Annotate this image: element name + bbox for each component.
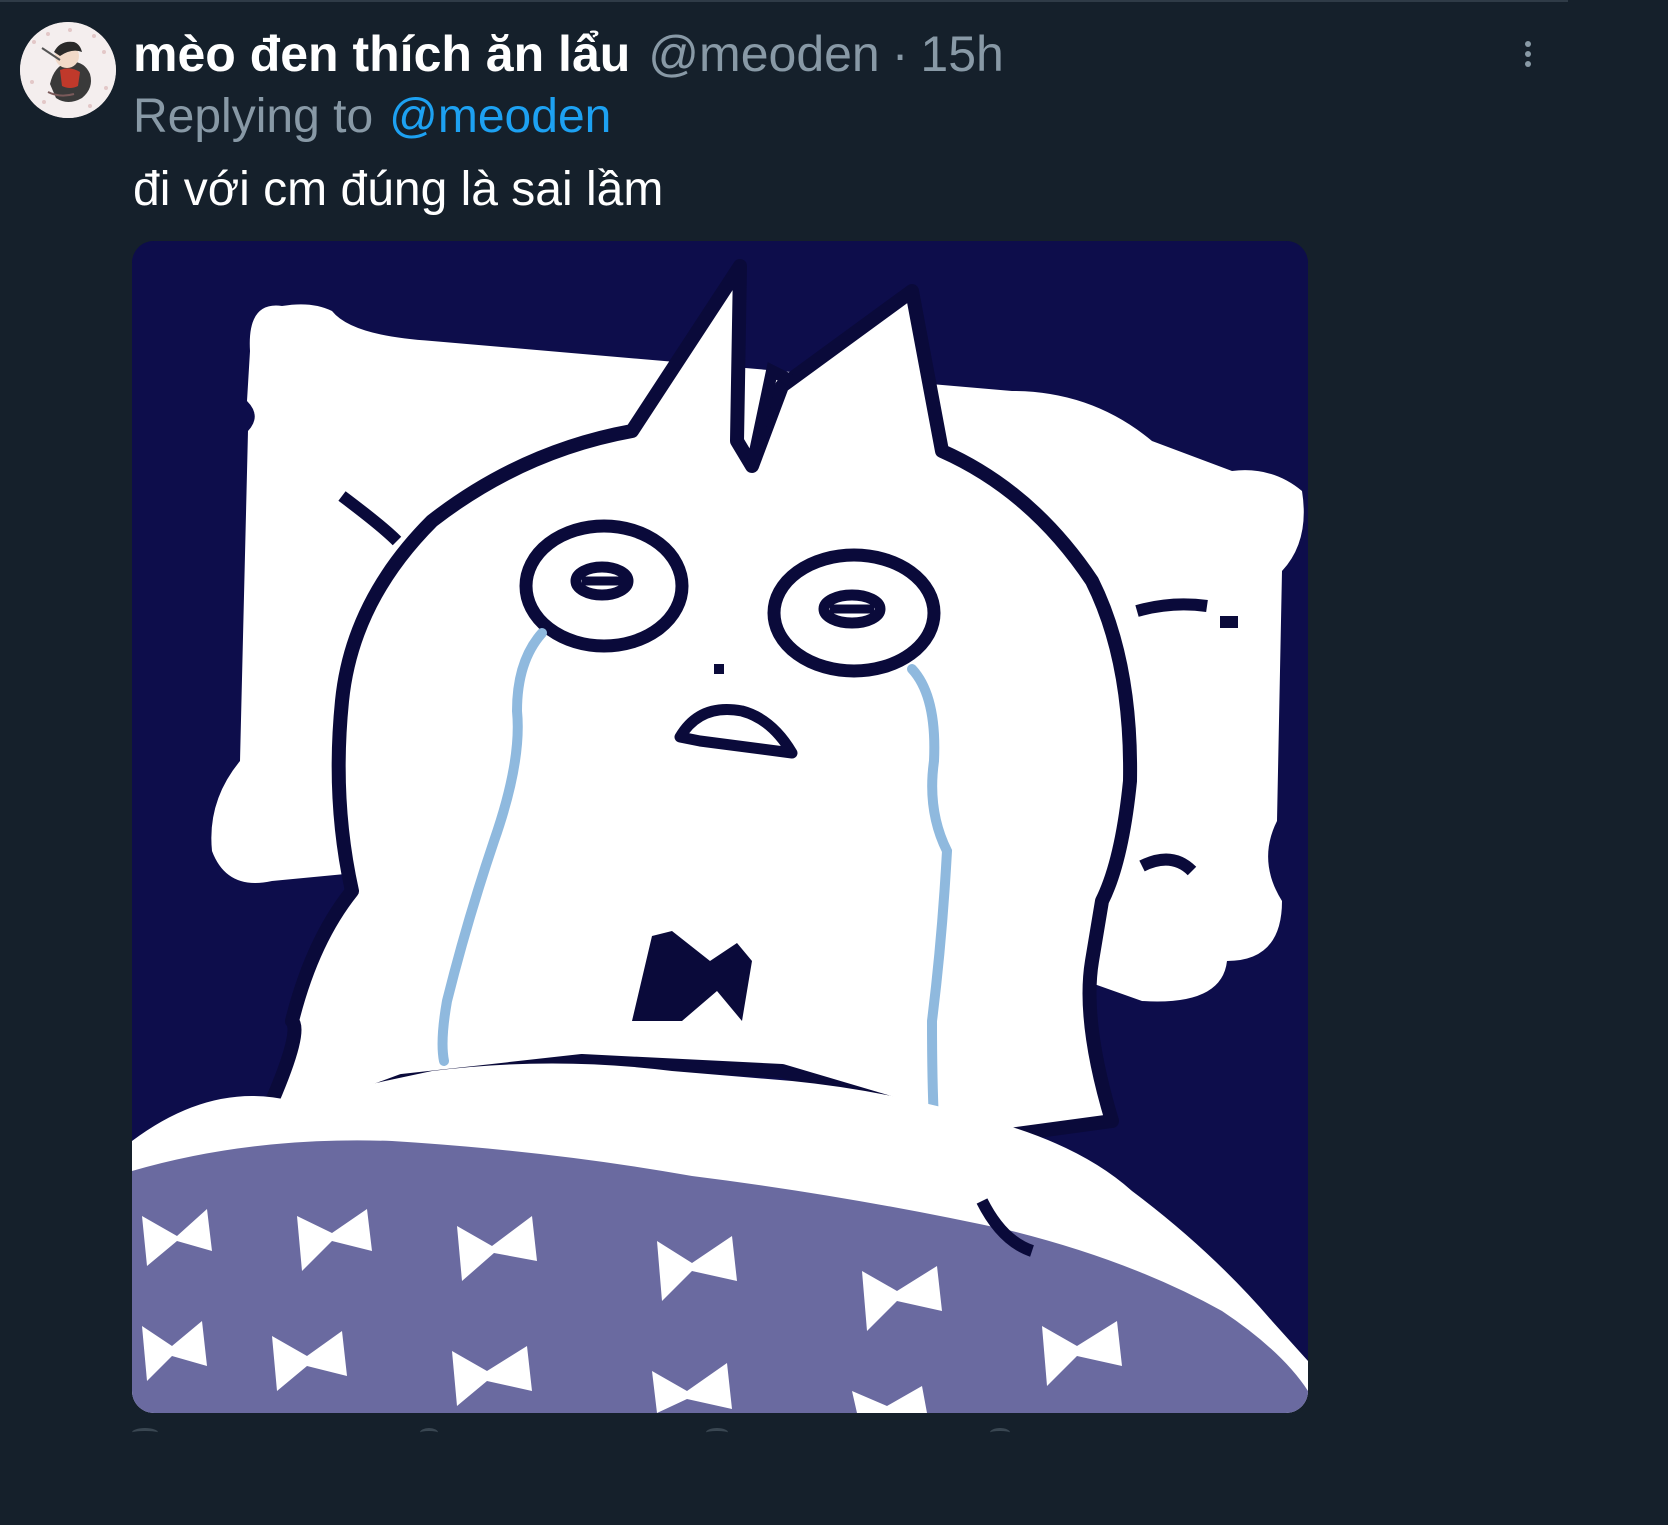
separator-dot: ·: [891, 26, 909, 82]
tweet-text: đi với cm đúng là sai lầm: [133, 163, 664, 216]
like-icon[interactable]: [706, 1428, 728, 1437]
crying-cat-in-bed-illustration: [132, 241, 1308, 1413]
replying-to-label: Replying to: [133, 90, 374, 143]
display-name[interactable]: mèo đen thích ăn lẩu: [133, 22, 630, 86]
avatar[interactable]: [20, 22, 116, 118]
timestamp[interactable]: 15h: [920, 22, 1003, 86]
tweet-header: mèo đen thích ăn lẩu @meoden · 15h: [133, 22, 1004, 86]
replying-to-mention-link[interactable]: @meoden: [389, 90, 611, 143]
tweet-media-image[interactable]: [132, 241, 1308, 1413]
divider: [0, 0, 1568, 2]
retweet-icon[interactable]: [420, 1428, 438, 1437]
tweet-card[interactable]: mèo đen thích ăn lẩu @meoden · 15h Reply…: [0, 0, 1568, 1434]
user-handle[interactable]: @meoden: [648, 22, 879, 86]
replying-to-line: Replying to @meoden: [133, 86, 611, 148]
more-vertical-icon: [1525, 41, 1531, 67]
share-icon[interactable]: [990, 1428, 1010, 1437]
reply-icon[interactable]: [132, 1428, 158, 1437]
more-options-button[interactable]: [1512, 36, 1544, 72]
